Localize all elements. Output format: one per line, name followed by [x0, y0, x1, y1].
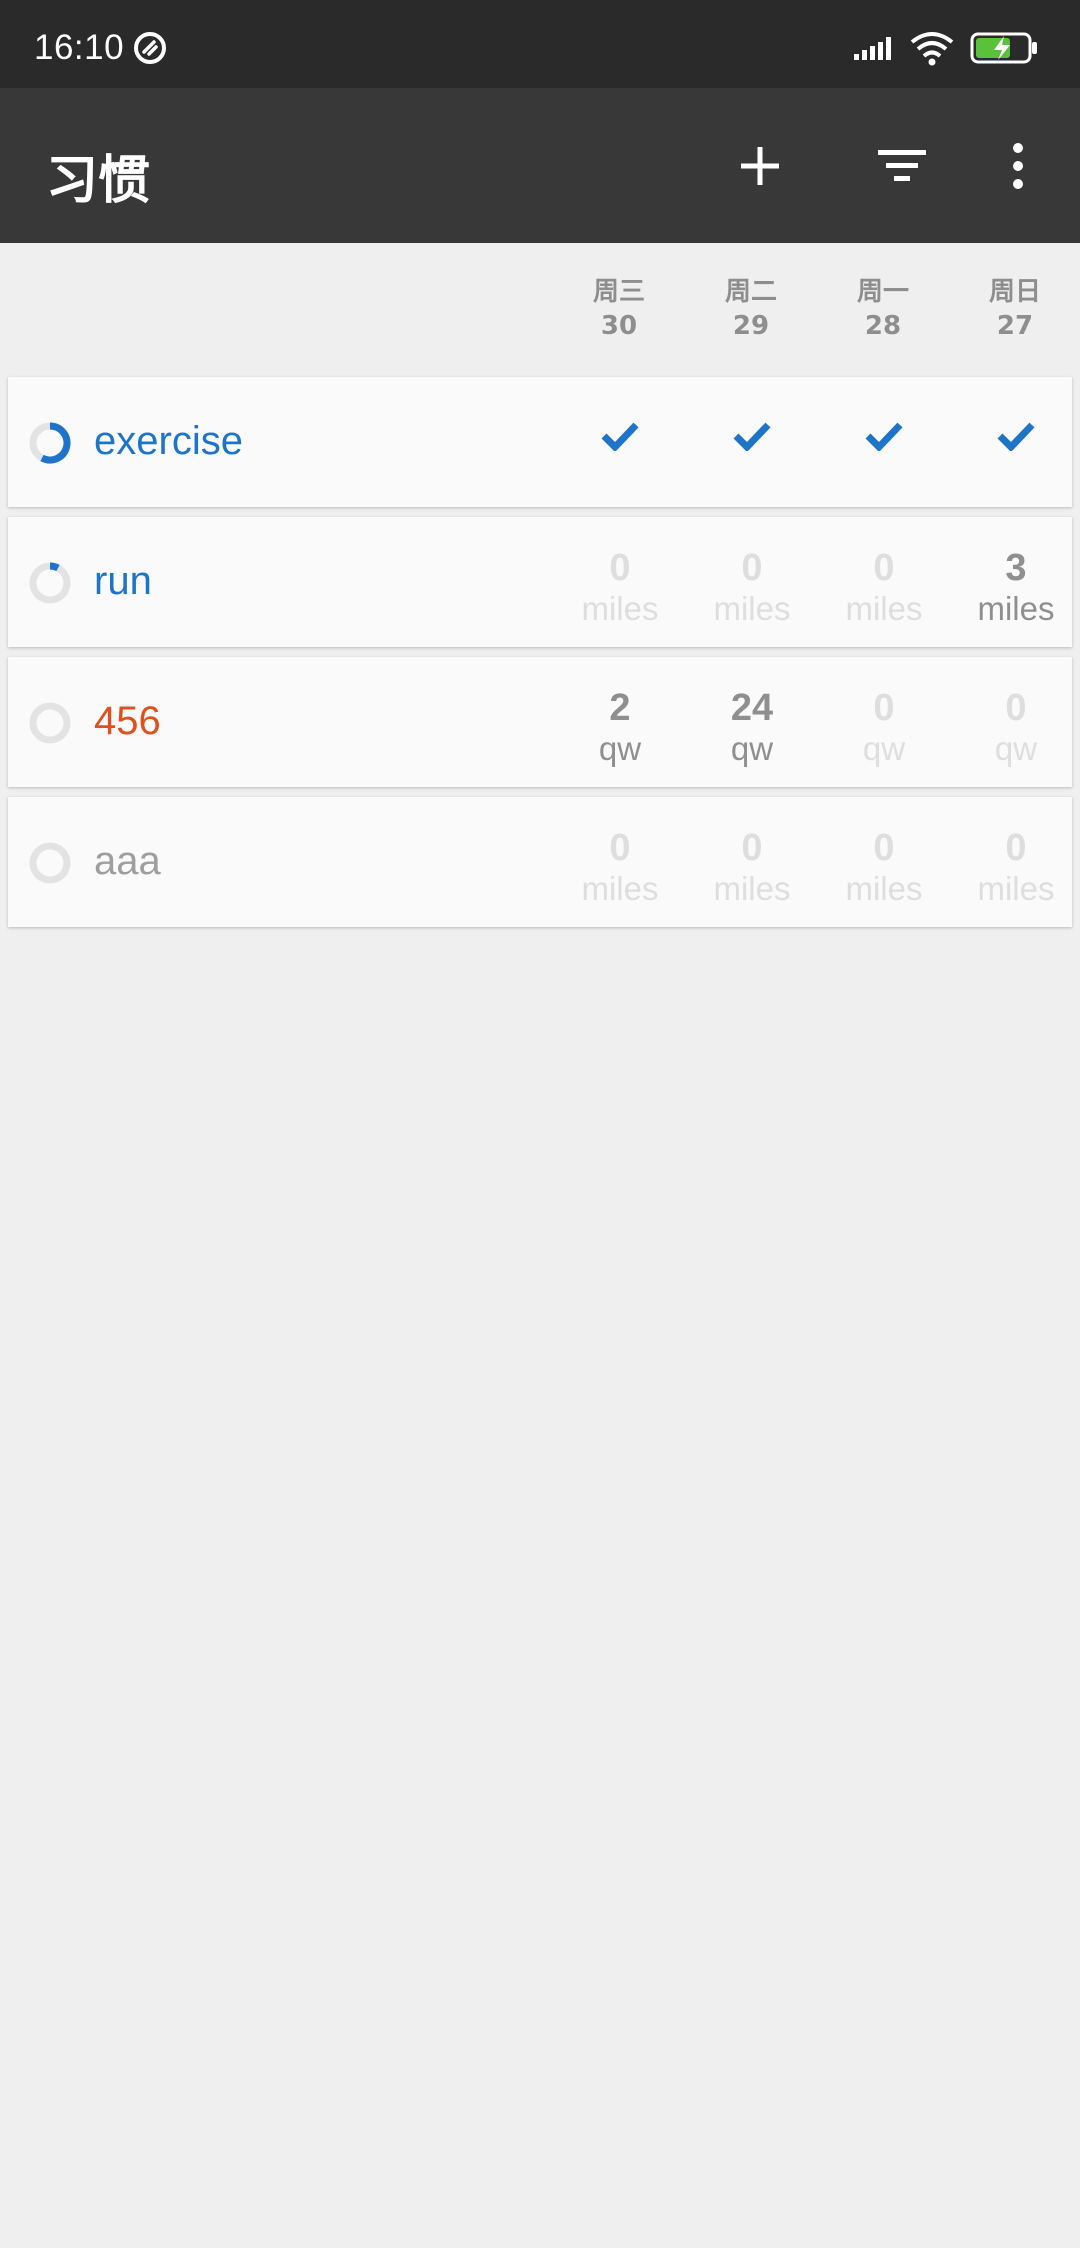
habit-card-exercise[interactable]: exercise — [8, 377, 1072, 507]
value: 0 — [873, 687, 895, 729]
unit: qw — [598, 730, 642, 767]
day-name: 周一 — [856, 277, 909, 307]
day-name: 周三 — [592, 277, 645, 307]
value: 0 — [609, 827, 631, 869]
value: 2 — [609, 687, 631, 729]
day-name: 周二 — [724, 277, 777, 307]
value: 0 — [741, 827, 763, 869]
value-cell[interactable]: 0 miles — [686, 517, 818, 647]
more-vert-icon — [1013, 143, 1023, 189]
unit: miles — [845, 870, 923, 907]
status-time: 16:10 — [34, 28, 125, 67]
value-cell[interactable]: 0 miles — [818, 797, 950, 927]
app-bar: 习惯 — [0, 88, 1080, 243]
value-cell[interactable]: 2 qw — [554, 657, 686, 787]
checkmark-icon — [865, 422, 903, 451]
habit-score-ring-icon — [29, 702, 71, 744]
unit: miles — [581, 870, 659, 907]
checkmark-cell[interactable] — [818, 377, 950, 507]
value-cell[interactable]: 3 miles — [950, 517, 1080, 647]
status-bar: 16:10 — [0, 0, 1080, 88]
habit-name: aaa — [94, 839, 161, 883]
day-column-header: 周二 29 — [696, 275, 806, 343]
value-cell[interactable]: 0 miles — [818, 517, 950, 647]
unit: qw — [730, 730, 774, 767]
value-cell[interactable]: 0 miles — [554, 797, 686, 927]
checkmark-icon — [601, 422, 639, 451]
unit: miles — [977, 870, 1055, 907]
value: 24 — [730, 687, 774, 729]
unit: miles — [845, 590, 923, 627]
value-cell[interactable]: 0 miles — [554, 517, 686, 647]
value: 0 — [1005, 687, 1027, 729]
habit-name: run — [94, 559, 152, 603]
filter-icon — [878, 150, 926, 181]
checkmark-icon — [997, 422, 1035, 451]
value: 0 — [873, 827, 895, 869]
day-column-header: 周日 27 — [960, 275, 1070, 343]
value: 0 — [741, 547, 763, 589]
habit-score-ring-icon — [29, 562, 71, 604]
add-habit-button[interactable] — [722, 128, 798, 204]
unit: miles — [713, 590, 791, 627]
unit: miles — [581, 590, 659, 627]
habit-name: exercise — [94, 419, 243, 463]
checkmark-cell[interactable] — [950, 377, 1080, 507]
more-options-button[interactable] — [980, 128, 1056, 204]
value-cell[interactable]: 24 qw — [686, 657, 818, 787]
value: 3 — [1005, 547, 1027, 589]
unit: miles — [713, 870, 791, 907]
habit-score-ring-icon — [29, 422, 71, 464]
day-header: 周三 30 周二 29 周一 28 周日 27 — [0, 243, 1080, 375]
day-number: 30 — [600, 311, 638, 341]
checkmark-cell[interactable] — [554, 377, 686, 507]
wifi-icon — [910, 32, 954, 66]
value: 0 — [1005, 827, 1027, 869]
value-cell[interactable]: 0 miles — [686, 797, 818, 927]
day-name: 周日 — [988, 277, 1041, 307]
day-column-header: 周一 28 — [828, 275, 938, 343]
day-column-header: 周三 30 — [564, 275, 674, 343]
filter-button[interactable] — [864, 128, 940, 204]
habit-name: 456 — [94, 699, 161, 743]
signal-icon — [854, 37, 891, 60]
day-number: 29 — [732, 311, 770, 341]
checkmark-icon — [733, 422, 771, 451]
unit: miles — [977, 590, 1055, 627]
checkmark-cell[interactable] — [686, 377, 818, 507]
unit: qw — [862, 730, 906, 767]
habit-card-run[interactable]: run 0 miles 0 miles 0 miles 3 miles — [8, 517, 1072, 647]
battery-charging-icon — [970, 32, 1037, 64]
habit-card-456[interactable]: 456 2 qw 24 qw 0 qw 0 qw — [8, 657, 1072, 787]
alarm-icon — [134, 32, 166, 64]
day-number: 28 — [864, 311, 902, 341]
day-number: 27 — [996, 311, 1034, 341]
value-cell[interactable]: 0 qw — [950, 657, 1080, 787]
value: 0 — [609, 547, 631, 589]
value-cell[interactable]: 0 qw — [818, 657, 950, 787]
habit-score-ring-icon — [29, 842, 71, 884]
unit: qw — [994, 730, 1038, 767]
add-icon — [741, 147, 779, 185]
value-cell[interactable]: 0 miles — [950, 797, 1080, 927]
value: 0 — [873, 547, 895, 589]
page-title: 习惯 — [46, 151, 151, 211]
habit-card-aaa[interactable]: aaa 0 miles 0 miles 0 miles 0 miles — [8, 797, 1072, 927]
